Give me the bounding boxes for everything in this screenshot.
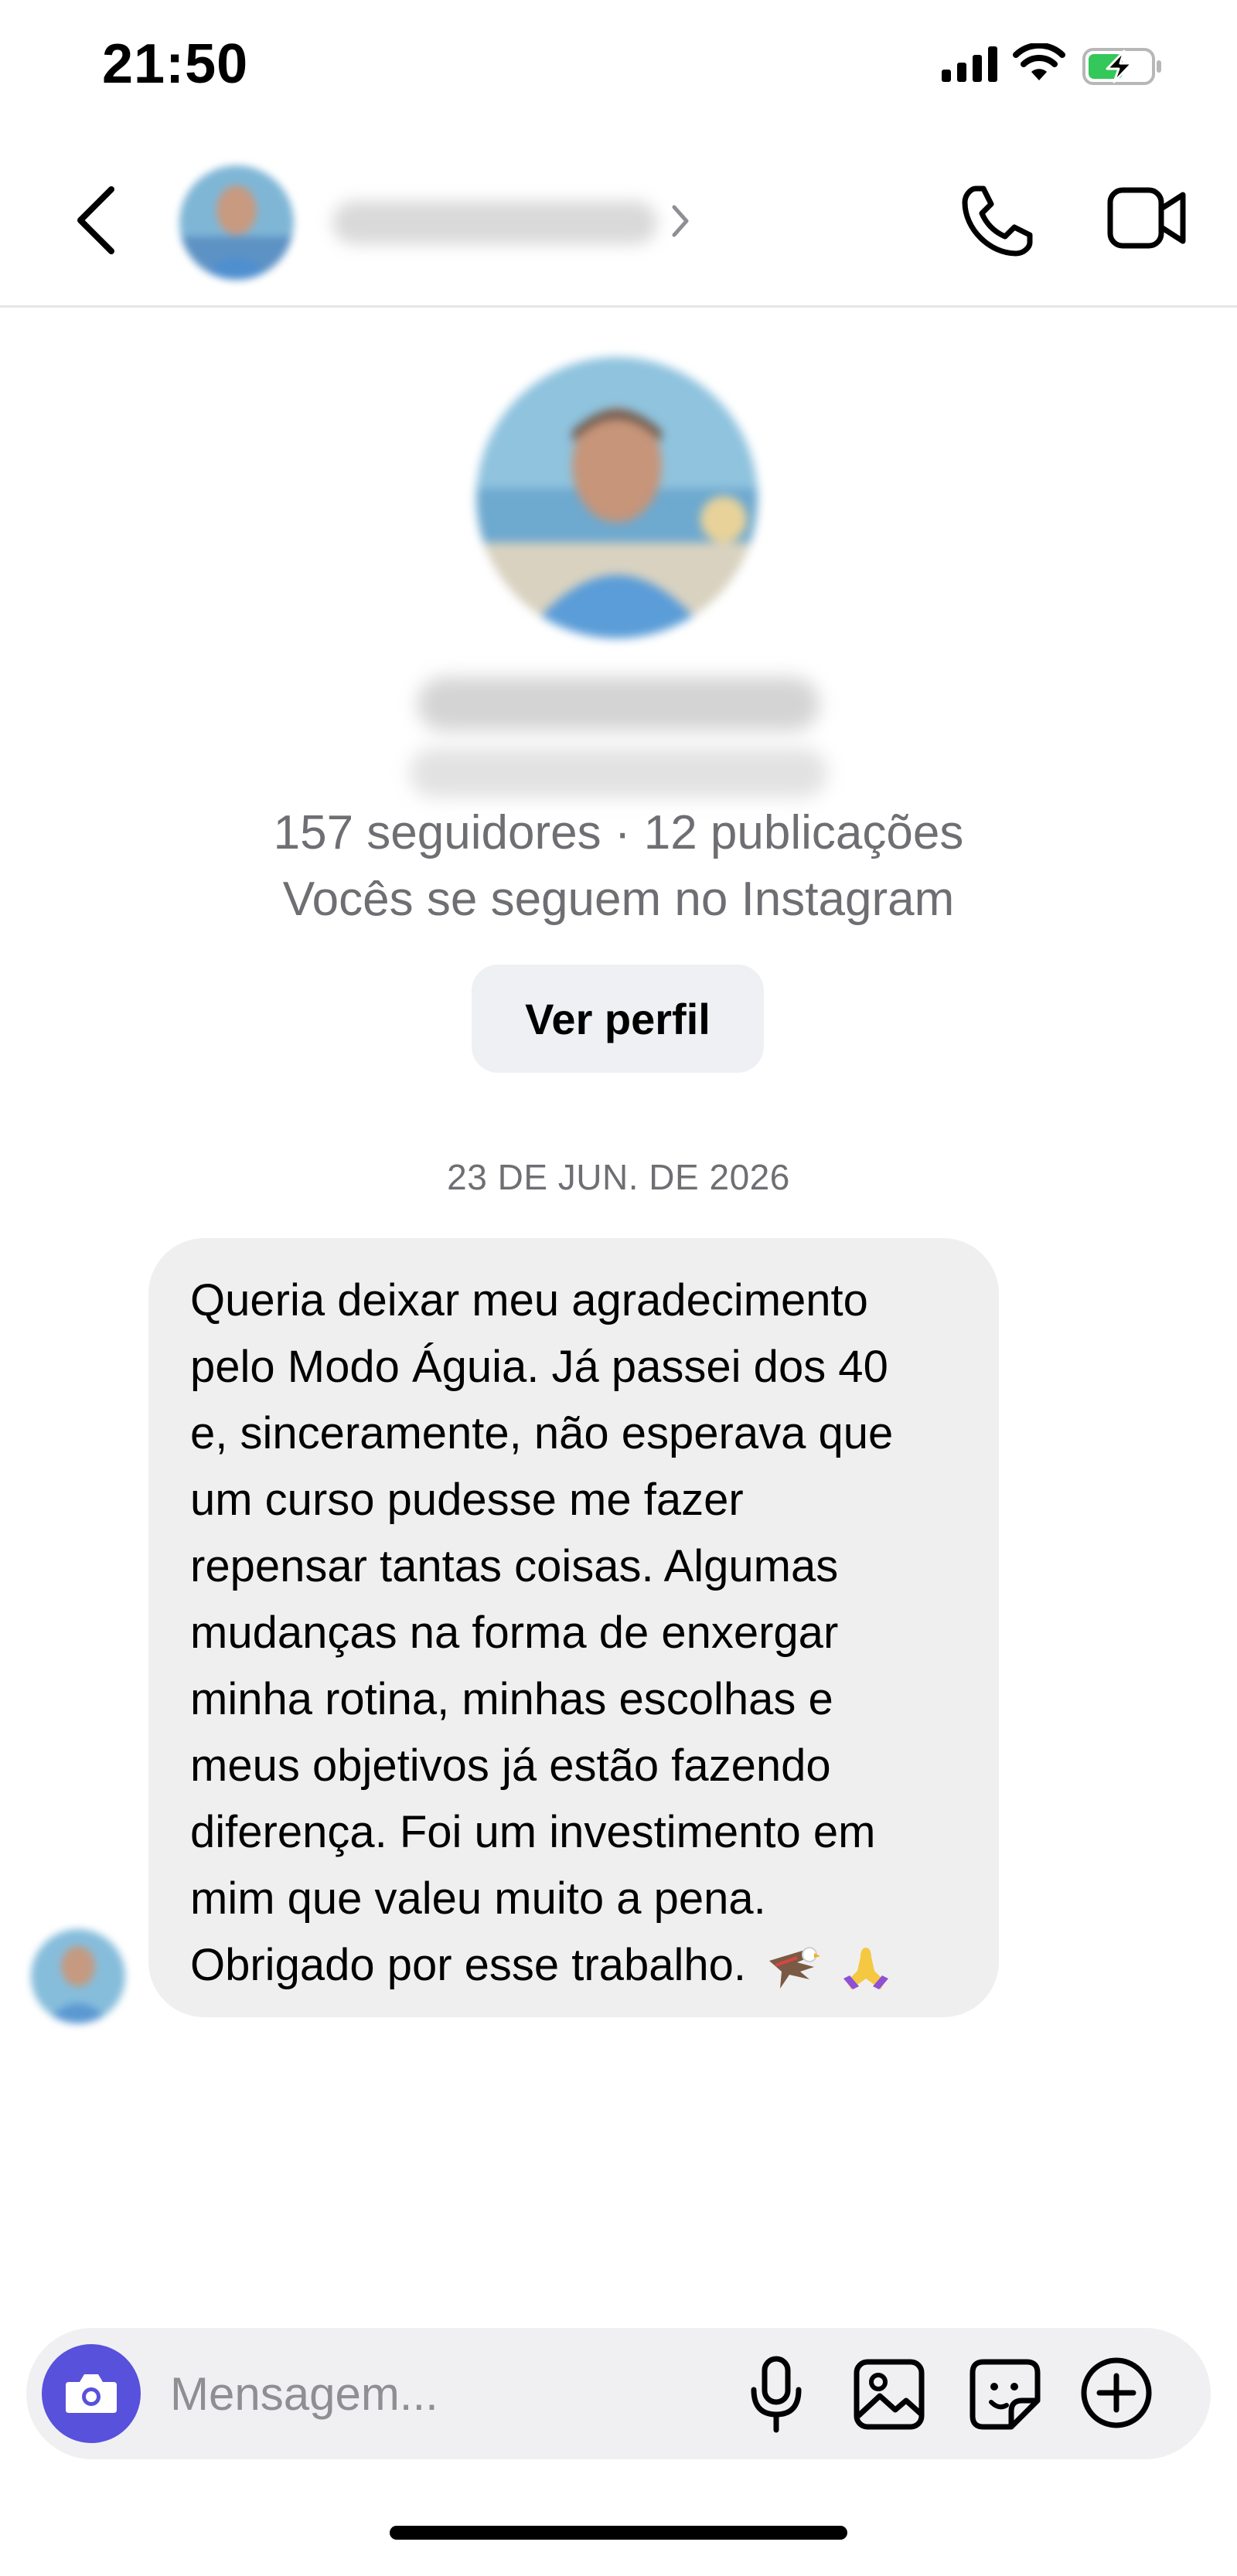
message-bubble[interactable]: Queria deixar meu agradecimento pelo Mod… (148, 1238, 999, 2017)
contact-name-blurred[interactable] (332, 201, 657, 244)
chevron-left-icon (77, 186, 114, 254)
header-avatar[interactable] (179, 165, 294, 280)
message-line: repensar tantas coisas. Algumas (190, 1541, 839, 1591)
phone-icon (962, 185, 1033, 257)
camera-button[interactable] (42, 2344, 141, 2443)
profile-stats: 157 seguidores · 12 publicações (273, 806, 964, 859)
message-line: pelo Modo Águia. Já passei dos 40 (190, 1342, 888, 1392)
view-profile-button[interactable]: Ver perfil (472, 965, 764, 1073)
gallery-icon (854, 2359, 925, 2430)
wifi-icon (1013, 43, 1065, 80)
gallery-button[interactable] (852, 2357, 926, 2435)
message-line: mim que valeu muito a pena. (190, 1873, 766, 1924)
back-button[interactable] (65, 178, 127, 263)
message-input[interactable] (170, 2359, 727, 2428)
status-bar: 21:50 (0, 0, 1237, 139)
chevron-right-icon[interactable] (670, 202, 691, 240)
call-button[interactable] (959, 182, 1036, 264)
chat-header (0, 139, 1237, 308)
message-line: meus objetivos já estão fazendo (190, 1741, 831, 1791)
signal-icon (942, 46, 997, 82)
profile-username-blurred (410, 748, 827, 798)
message-composer (26, 2328, 1211, 2459)
status-time: 21:50 (102, 33, 249, 95)
battery-charging-icon (1082, 48, 1161, 85)
profile-avatar[interactable] (476, 357, 758, 638)
camera-icon (66, 2374, 117, 2413)
video-camera-icon (1107, 187, 1186, 249)
message-line-text: Obrigado por esse trabalho. (190, 1940, 746, 1990)
date-separator: 23 DE JUN. DE 2026 (447, 1157, 790, 1197)
message-line-last: Obrigado por esse trabalho. (190, 1932, 957, 1999)
message-text: Queria deixar meu agradecimento pelo Mod… (190, 1268, 957, 1999)
more-button[interactable] (1079, 2356, 1154, 2434)
video-call-button[interactable] (1107, 185, 1188, 254)
message-line: diferença. Foi um investimento em (190, 1807, 876, 1857)
microphone-button[interactable] (749, 2356, 803, 2437)
sticker-icon (969, 2359, 1041, 2430)
message-line: e, sinceramente, não esperava que (190, 1408, 894, 1458)
home-indicator[interactable] (390, 2526, 847, 2540)
profile-name-blurred (417, 677, 820, 731)
message-line: um curso pudesse me fazer (190, 1475, 744, 1525)
message-line: minha rotina, minhas escolhas e (190, 1674, 833, 1724)
praying-hands-emoji (843, 1947, 888, 1989)
eagle-emoji (769, 1946, 820, 1989)
sender-avatar[interactable] (31, 1929, 125, 2023)
microphone-icon (751, 2356, 802, 2433)
mutual-follow-text: Vocês se seguem no Instagram (282, 873, 955, 926)
plus-circle-icon (1081, 2357, 1152, 2428)
message-line: mudanças na forma de enxergar (190, 1608, 839, 1658)
message-line: Queria deixar meu agradecimento (190, 1275, 868, 1325)
sticker-button[interactable] (968, 2357, 1042, 2435)
